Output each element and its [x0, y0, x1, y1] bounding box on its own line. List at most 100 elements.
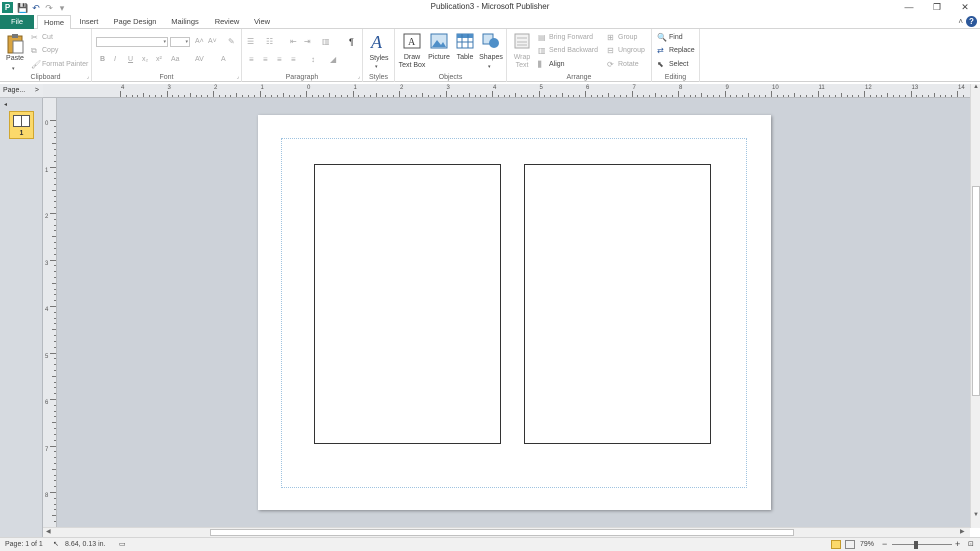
- send-backward-icon[interactable]: ▥: [538, 46, 546, 56]
- vertical-ruler[interactable]: 0 1 2 3 4 5 6 7 8: [43, 98, 57, 528]
- draw-text-box-label-2[interactable]: Text Box: [396, 62, 428, 70]
- grow-font-button[interactable]: A˄: [195, 38, 204, 45]
- picture-icon[interactable]: [430, 33, 448, 49]
- show-formatting-button[interactable]: ¶: [349, 37, 354, 47]
- page-count-status[interactable]: Page: 1 of 1: [5, 538, 43, 551]
- tab-insert[interactable]: Insert: [74, 15, 104, 29]
- format-painter-icon[interactable]: 🖌: [31, 60, 41, 70]
- align-button[interactable]: Align: [549, 61, 565, 68]
- numbering-icon[interactable]: ☷: [266, 37, 273, 47]
- font-launcher-icon[interactable]: ⌟: [237, 74, 239, 80]
- help-icon[interactable]: ?: [966, 16, 977, 27]
- zoom-slider-track[interactable]: [892, 544, 952, 545]
- two-page-view-button[interactable]: [845, 540, 855, 549]
- select-icon[interactable]: ⬉: [657, 60, 664, 70]
- find-button[interactable]: Find: [669, 34, 683, 41]
- horizontal-scrollbar[interactable]: ◀ ▶: [43, 527, 970, 537]
- table-button[interactable]: Table: [452, 54, 478, 62]
- restore-button[interactable]: ❐: [922, 0, 952, 15]
- shading-icon[interactable]: ◢: [330, 55, 336, 65]
- send-backward-button[interactable]: Send Backward: [549, 47, 598, 54]
- align-left-icon[interactable]: ≡: [249, 55, 254, 65]
- picture-button[interactable]: Picture: [425, 54, 453, 62]
- cut-button[interactable]: Cut: [42, 34, 53, 41]
- underline-button[interactable]: U: [128, 56, 133, 63]
- paste-icon[interactable]: [6, 33, 24, 55]
- page-thumbnail[interactable]: 1: [9, 111, 34, 139]
- wrap-text-label-2[interactable]: Text: [509, 62, 535, 70]
- clipboard-launcher-icon[interactable]: ⌟: [87, 74, 89, 80]
- vertical-scrollbar[interactable]: ▲ ▼: [970, 84, 980, 528]
- shapes-button[interactable]: Shapes: [478, 54, 504, 62]
- tab-home[interactable]: Home: [37, 15, 71, 30]
- vertical-scroll-thumb[interactable]: [972, 186, 980, 396]
- subscript-button[interactable]: x₂: [142, 56, 148, 63]
- decrease-indent-icon[interactable]: ⇤: [290, 37, 297, 47]
- columns-icon[interactable]: ▥: [322, 37, 330, 47]
- group-button[interactable]: Group: [618, 34, 637, 41]
- tab-page-design[interactable]: Page Design: [109, 15, 161, 29]
- left-frame[interactable]: [314, 164, 501, 444]
- styles-button[interactable]: Styles: [365, 55, 393, 63]
- rotate-button[interactable]: Rotate: [618, 61, 639, 68]
- close-button[interactable]: ✕: [950, 0, 980, 15]
- tab-review[interactable]: Review: [210, 15, 244, 29]
- cut-icon[interactable]: ✂: [31, 33, 38, 43]
- publication-page[interactable]: [258, 115, 771, 510]
- tab-mailings[interactable]: Mailings: [166, 15, 204, 29]
- align-icon[interactable]: ⫼: [538, 60, 542, 70]
- bullets-icon[interactable]: ☰: [247, 37, 254, 47]
- wrap-text-icon[interactable]: [514, 33, 530, 49]
- shrink-font-button[interactable]: A˅: [208, 38, 217, 45]
- select-button[interactable]: Select: [669, 61, 688, 68]
- find-icon[interactable]: 🔍: [657, 33, 667, 43]
- font-name-dropdown[interactable]: ▾: [96, 37, 168, 47]
- collapse-pane-icon[interactable]: ◂: [4, 101, 7, 108]
- zoom-level[interactable]: 79%: [860, 538, 874, 551]
- page-navigation-header[interactable]: Page... >: [0, 84, 43, 98]
- replace-button[interactable]: Replace: [669, 47, 695, 54]
- copy-icon[interactable]: ⧉: [31, 46, 37, 56]
- superscript-button[interactable]: x²: [156, 56, 162, 63]
- scroll-right-icon[interactable]: ▶: [960, 528, 965, 537]
- copy-button[interactable]: Copy: [42, 47, 58, 54]
- clear-formatting-icon[interactable]: ✎: [228, 37, 235, 47]
- increase-indent-icon[interactable]: ⇥: [304, 37, 311, 47]
- zoom-slider-knob[interactable]: [914, 541, 918, 549]
- replace-icon[interactable]: ⇄: [657, 46, 664, 56]
- scroll-left-icon[interactable]: ◀: [46, 528, 51, 537]
- redo-icon[interactable]: ↷: [43, 2, 55, 14]
- ungroup-icon[interactable]: ⊟: [607, 46, 614, 56]
- bold-button[interactable]: B: [100, 56, 105, 63]
- tab-view[interactable]: View: [249, 15, 275, 29]
- bring-forward-button[interactable]: Bring Forward: [549, 34, 593, 41]
- align-right-icon[interactable]: ≡: [277, 55, 282, 65]
- zoom-out-button[interactable]: −: [882, 538, 887, 551]
- justify-icon[interactable]: ≡: [291, 55, 296, 65]
- styles-icon[interactable]: A: [371, 32, 382, 52]
- change-case-button[interactable]: Aa: [171, 56, 180, 63]
- customize-qat-icon[interactable]: ▾: [56, 2, 68, 14]
- align-center-icon[interactable]: ≡: [263, 55, 268, 65]
- publication-workspace[interactable]: [57, 98, 970, 528]
- horizontal-scroll-thumb[interactable]: [210, 529, 794, 536]
- expand-pane-icon[interactable]: >: [35, 84, 39, 98]
- collapse-ribbon-icon[interactable]: ˄: [958, 17, 963, 26]
- scroll-down-icon[interactable]: ▼: [971, 512, 980, 518]
- paragraph-launcher-icon[interactable]: ⌟: [358, 74, 360, 80]
- character-spacing-button[interactable]: AV: [195, 56, 204, 63]
- paste-dropdown-icon[interactable]: ▾: [12, 64, 15, 74]
- zoom-in-button[interactable]: +: [955, 538, 960, 551]
- group-icon[interactable]: ⊞: [607, 33, 614, 43]
- scroll-up-icon[interactable]: ▲: [971, 84, 980, 90]
- font-size-dropdown[interactable]: ▾: [170, 37, 190, 47]
- font-color-button[interactable]: A: [221, 56, 226, 63]
- save-icon[interactable]: 💾: [17, 2, 29, 14]
- italic-button[interactable]: I: [114, 56, 116, 63]
- horizontal-ruler[interactable]: 4 3 2 1 0 1 2 3 4 5 6 7 8 9 10 11 12 13 14: [43, 84, 970, 98]
- undo-icon[interactable]: ↶: [30, 2, 42, 14]
- paste-label[interactable]: Paste: [3, 55, 27, 63]
- fit-page-icon[interactable]: ⊡: [968, 538, 974, 551]
- wrap-text-label-1[interactable]: Wrap: [509, 54, 535, 62]
- table-icon[interactable]: [456, 33, 474, 49]
